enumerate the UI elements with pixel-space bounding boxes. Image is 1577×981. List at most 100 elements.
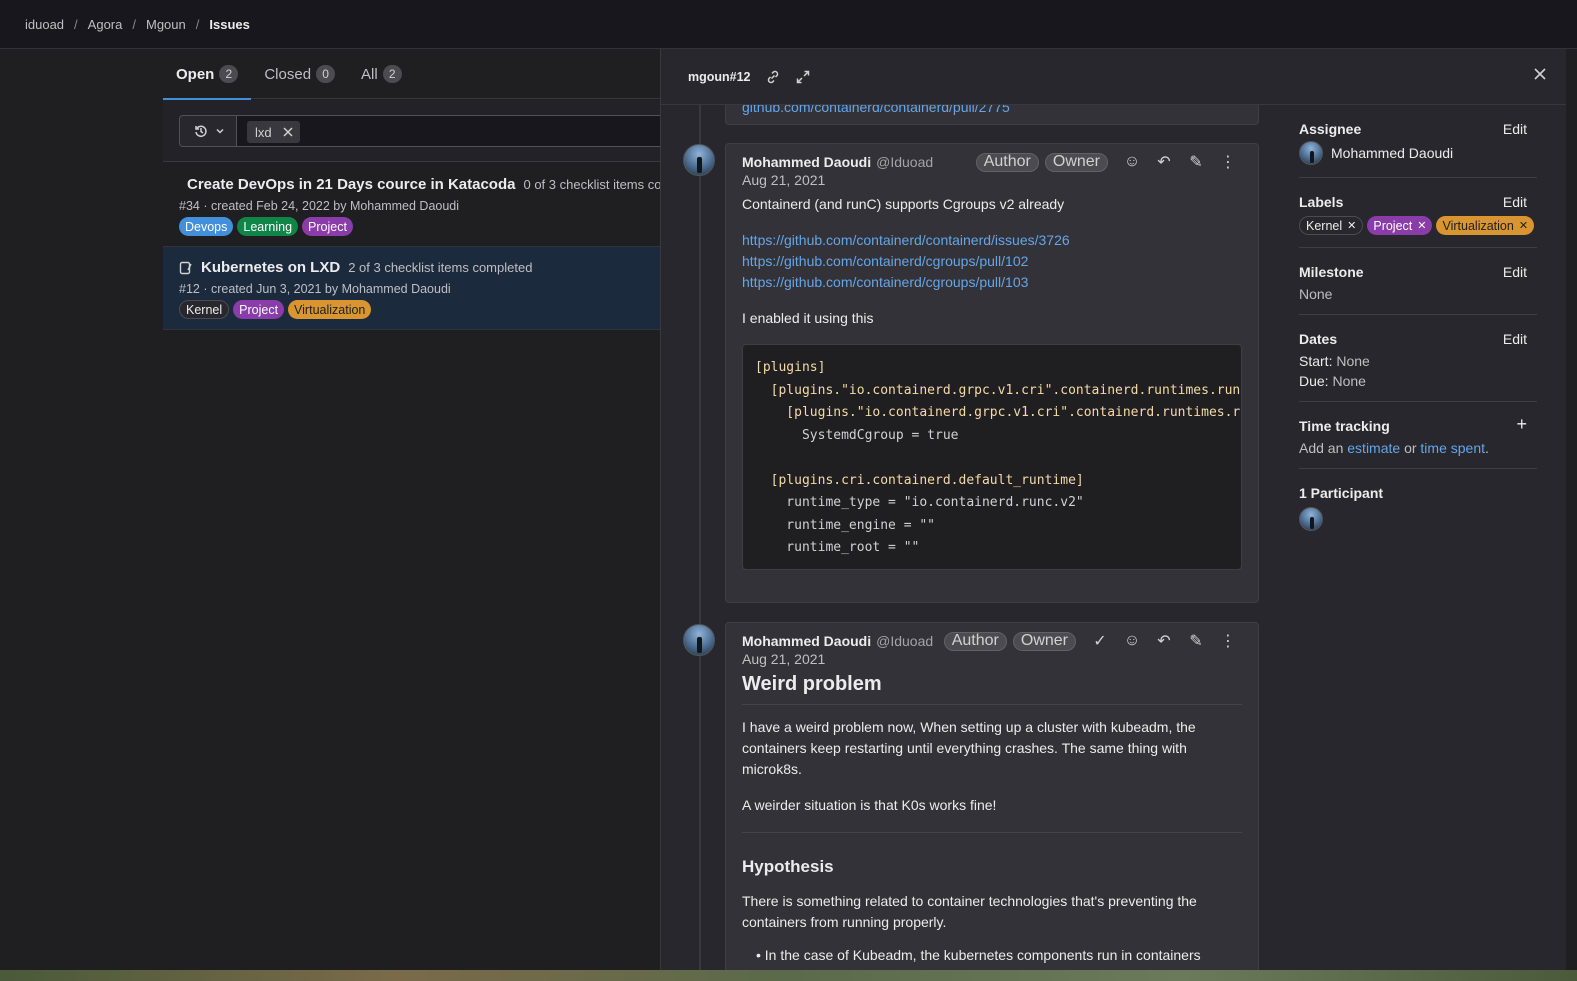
filter-search-input[interactable]: lxd: [236, 115, 666, 147]
note-author[interactable]: Mohammed Daoudi: [742, 633, 871, 649]
filter-token[interactable]: lxd: [247, 121, 300, 143]
reply-icon[interactable]: ↶: [1148, 631, 1180, 651]
avatar[interactable]: [1299, 507, 1323, 531]
label-text: Project: [1373, 218, 1413, 233]
assignee-title: Assignee: [1299, 121, 1362, 137]
tab-open-count: 2: [219, 65, 239, 83]
note-date: Aug 21, 2021: [742, 172, 826, 188]
list-item: • In the case of Kubeadm, the kubernetes…: [756, 947, 1201, 963]
due-date-label: Due:: [1299, 373, 1329, 389]
label-virtualization[interactable]: Virtualization ✕: [1436, 216, 1535, 235]
assignee-block: Assignee Edit Mohammed Daoudi: [1299, 105, 1537, 178]
note-paragraph: Containerd (and runC) supports Cgroups v…: [742, 196, 1065, 212]
assignee-edit-button[interactable]: Edit: [1503, 121, 1527, 137]
more-actions-icon[interactable]: ⋮: [1212, 152, 1244, 172]
time-help-post: .: [1485, 440, 1489, 456]
link-icon[interactable]: [765, 69, 781, 85]
start-date-value: None: [1336, 353, 1370, 369]
avatar[interactable]: [683, 624, 715, 656]
recent-searches-button[interactable]: [179, 115, 237, 147]
label-project[interactable]: Project: [302, 217, 353, 236]
issue-row[interactable]: Create DevOps in 21 Days cource in Katac…: [163, 164, 660, 247]
note-handle[interactable]: @Iduoad: [876, 633, 933, 649]
breadcrumb-issues[interactable]: Issues: [209, 17, 249, 32]
start-date-label: Start:: [1299, 353, 1333, 369]
more-actions-icon[interactable]: ⋮: [1212, 631, 1244, 651]
top-bar: iduoad / Agora / Mgoun / Issues: [0, 0, 1577, 49]
divider: [742, 832, 1242, 833]
tab-open[interactable]: Open 2: [163, 49, 252, 100]
breadcrumb-iduoad[interactable]: iduoad: [25, 17, 64, 32]
label-virtualization[interactable]: Virtualization: [288, 300, 372, 319]
edit-icon[interactable]: ✎: [1180, 152, 1212, 172]
remove-label-icon[interactable]: ✕: [1347, 219, 1356, 232]
issue-drawer: mgoun#12 github.com/containerd/container…: [660, 49, 1566, 981]
time-spent-link[interactable]: time spent: [1420, 440, 1485, 456]
issue-meta: #12 · created Jun 3, 2021 by Mohammed Da…: [179, 282, 451, 296]
milestone-title: Milestone: [1299, 264, 1364, 280]
issue-title[interactable]: Create DevOps in 21 Days cource in Katac…: [187, 176, 515, 193]
breadcrumb-mgoun[interactable]: Mgoun: [146, 17, 186, 32]
note-actions: Author Owner ✓ ☺ ↶ ✎ ⋮: [938, 631, 1244, 651]
code-line: runtime_engine = "": [755, 517, 936, 533]
label-text: Virtualization: [1442, 218, 1514, 233]
estimate-link[interactable]: estimate: [1347, 440, 1400, 456]
note-author[interactable]: Mohammed Daoudi: [742, 154, 871, 170]
reply-icon[interactable]: ↶: [1148, 152, 1180, 172]
label-kernel[interactable]: Kernel: [179, 300, 230, 319]
issue-checklist-progress: 0 of 3 checklist items completed: [523, 177, 660, 192]
dates-edit-button[interactable]: Edit: [1503, 331, 1527, 347]
expand-icon[interactable]: [795, 69, 811, 85]
code-line: [plugins."io.containerd.grpc.v1.cri".con…: [755, 382, 1242, 398]
resolve-thread-icon[interactable]: ✓: [1084, 631, 1116, 651]
tab-closed-label: Closed: [264, 65, 312, 83]
label-text: Kernel: [1306, 218, 1343, 233]
remove-label-icon[interactable]: ✕: [1417, 219, 1426, 232]
milestone-edit-button[interactable]: Edit: [1503, 264, 1527, 280]
assignee-user[interactable]: Mohammed Daoudi: [1299, 141, 1537, 165]
breadcrumb-separator: /: [74, 16, 78, 32]
issue-reference[interactable]: mgoun#12: [688, 70, 751, 84]
code-line: [plugins.cri.containerd.default_runtime]: [755, 472, 1084, 488]
note-date: Aug 21, 2021: [742, 651, 826, 667]
label-project[interactable]: Project: [233, 300, 285, 319]
note-links[interactable]: https://github.com/containerd/containerd…: [742, 230, 1237, 293]
avatar[interactable]: [683, 144, 715, 176]
avatar: [1299, 141, 1323, 165]
labels-edit-button[interactable]: Edit: [1503, 194, 1527, 210]
note-subheading: Hypothesis: [742, 857, 834, 876]
note-paragraph: I have a weird problem now, When setting…: [742, 719, 1196, 777]
edit-icon[interactable]: ✎: [1180, 631, 1212, 651]
breadcrumb-agora[interactable]: Agora: [88, 17, 123, 32]
label-learning[interactable]: Learning: [237, 217, 299, 236]
breadcrumb-separator: /: [195, 16, 200, 32]
close-drawer-icon[interactable]: [1533, 67, 1547, 81]
due-date-value: None: [1332, 373, 1366, 389]
close-icon[interactable]: [282, 126, 294, 138]
note-handle[interactable]: @Iduoad: [876, 154, 933, 170]
tab-closed[interactable]: Closed 0: [251, 49, 348, 99]
add-time-icon[interactable]: +: [1516, 414, 1527, 435]
code-line: runtime_root = "": [755, 540, 920, 555]
history-icon: [194, 125, 207, 138]
emoji-icon[interactable]: ☺: [1116, 153, 1148, 171]
milestone-value: None: [1299, 286, 1333, 302]
label-devops[interactable]: Devops: [179, 217, 234, 236]
issue-title[interactable]: Kubernetes on LXD: [201, 259, 340, 276]
time-tracking-block: Time tracking + Add an estimate or time …: [1299, 402, 1537, 469]
milestone-block: Milestone Edit None: [1299, 248, 1537, 315]
label-project[interactable]: Project ✕: [1367, 216, 1433, 235]
tab-closed-count: 0: [316, 65, 336, 83]
remove-label-icon[interactable]: ✕: [1519, 219, 1528, 232]
timeline-line: [699, 105, 701, 981]
desktop-background-strip: [0, 970, 1577, 981]
tab-all[interactable]: All 2: [348, 49, 415, 99]
note-paragraph: A weirder situation is that K0s works fi…: [742, 797, 997, 813]
emoji-icon[interactable]: ☺: [1116, 632, 1148, 650]
issue-row[interactable]: Kubernetes on LXD 2 of 3 checklist items…: [163, 247, 660, 330]
filter-token-label: lxd: [255, 124, 272, 140]
start-date: Start: None: [1299, 353, 1537, 369]
issue-labels: Kernel Project Virtualization: [179, 300, 660, 319]
code-line: [plugins]: [755, 360, 826, 375]
label-kernel[interactable]: Kernel ✕: [1299, 216, 1364, 235]
